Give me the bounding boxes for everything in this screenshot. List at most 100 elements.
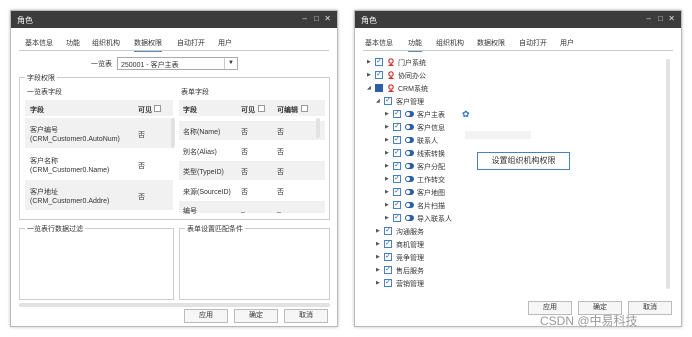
toggle-icon[interactable] [405, 111, 414, 117]
expand-arrow-icon[interactable]: ▶ [376, 280, 380, 286]
tab-auto-open[interactable]: 自动打开 [177, 38, 205, 48]
tree-checkbox[interactable]: ✓ [393, 110, 401, 118]
form-row-2-editable[interactable]: 否 [277, 147, 284, 157]
list-row-1-code: (CRM_Customer0.AutoNum) [30, 136, 120, 143]
toggle-icon[interactable] [405, 137, 414, 143]
form-row-5-visible[interactable]: _ [241, 206, 245, 213]
expand-arrow-icon[interactable]: ▶ [367, 72, 371, 78]
tab-users[interactable]: 用户 [218, 38, 232, 48]
ok-button[interactable]: 确定 [234, 309, 278, 323]
module-icon [387, 71, 395, 79]
form-editable-all-checkbox[interactable] [301, 105, 308, 112]
toggle-icon[interactable] [405, 150, 414, 156]
form-row-3-editable[interactable]: 否 [277, 167, 284, 177]
tree-checkbox[interactable]: ✓ [393, 162, 401, 170]
expand-arrow-icon[interactable]: ▶ [385, 163, 389, 169]
minimize-icon[interactable]: – [647, 14, 651, 23]
expand-arrow-icon[interactable]: ▶ [385, 176, 389, 182]
tree-checkbox[interactable]: ✓ [384, 227, 392, 235]
chevron-down-icon[interactable]: ▼ [224, 58, 237, 69]
expand-arrow-icon[interactable]: ▶ [376, 254, 380, 260]
gear-icon[interactable]: ✿ [462, 109, 470, 120]
tree-checkbox[interactable]: ✓ [375, 58, 383, 66]
toggle-icon[interactable] [405, 202, 414, 208]
form-col-field: 字段 [183, 107, 197, 114]
dialog-title: 角色 [361, 16, 377, 25]
form-row-5-editable[interactable]: _ [277, 206, 281, 213]
collapse-arrow-icon[interactable]: ◢ [367, 85, 371, 91]
tree-checkbox[interactable]: ✓ [393, 175, 401, 183]
close-icon[interactable]: ✕ [668, 14, 675, 23]
tab-bar: 基本信息 功能 组织机构 数据权限 自动打开 用户 [11, 38, 337, 52]
expand-arrow-icon[interactable]: ▶ [376, 228, 380, 234]
cancel-button[interactable]: 取消 [284, 309, 328, 323]
apply-button[interactable]: 应用 [184, 309, 228, 323]
horizontal-scrollbar[interactable] [19, 303, 330, 307]
tab-organization[interactable]: 组织机构 [92, 38, 120, 48]
expand-arrow-icon[interactable]: ▶ [385, 150, 389, 156]
form-row-3-visible[interactable]: 否 [241, 167, 248, 177]
toggle-icon[interactable] [405, 124, 414, 130]
tree-checkbox[interactable]: ✓ [384, 266, 392, 274]
expand-arrow-icon[interactable]: ▶ [385, 137, 389, 143]
expand-arrow-icon[interactable]: ▶ [376, 241, 380, 247]
list-row-3-visible[interactable]: 否 [138, 192, 145, 202]
tree-label: 线索转换 [417, 151, 445, 158]
form-row-1-visible[interactable]: 否 [241, 127, 248, 137]
form-visible-all-checkbox[interactable] [258, 105, 265, 112]
form-row-2-visible[interactable]: 否 [241, 147, 248, 157]
tree-checkbox[interactable]: ✓ [393, 136, 401, 144]
list-table-select[interactable]: 250001 - 客户主表 ▼ [117, 57, 238, 70]
list-row-1-visible[interactable]: 否 [138, 130, 145, 140]
tree-checkbox[interactable] [375, 84, 383, 92]
form-col-editable: 可编辑 [277, 107, 298, 114]
list-col-visible: 可见 [138, 107, 152, 114]
tab-users[interactable]: 用户 [560, 38, 574, 48]
tree-checkbox[interactable]: ✓ [384, 97, 392, 105]
tree-checkbox[interactable]: ✓ [384, 253, 392, 261]
match-condition-panel[interactable] [179, 228, 330, 300]
row-filter-panel[interactable] [19, 228, 174, 300]
expand-arrow-icon[interactable]: ▶ [385, 189, 389, 195]
tab-data-permission[interactable]: 数据权限 [477, 38, 505, 48]
tree-checkbox[interactable]: ✓ [375, 71, 383, 79]
tab-basic-info[interactable]: 基本信息 [25, 38, 53, 48]
form-scrollbar[interactable] [316, 118, 320, 138]
maximize-icon[interactable]: □ [658, 14, 663, 23]
expand-arrow-icon[interactable]: ▶ [385, 111, 389, 117]
form-row-4-visible[interactable]: 否 [241, 187, 248, 197]
tree-checkbox[interactable]: ✓ [384, 279, 392, 287]
form-row-1-editable[interactable]: 否 [277, 127, 284, 137]
toggle-icon[interactable] [405, 176, 414, 182]
tree-scrollbar[interactable] [666, 59, 670, 289]
minimize-icon[interactable]: – [303, 14, 307, 23]
list-visible-all-checkbox[interactable] [154, 105, 161, 112]
expand-arrow-icon[interactable]: ▶ [367, 59, 371, 65]
tree-checkbox[interactable]: ✓ [393, 123, 401, 131]
toggle-icon[interactable] [405, 215, 414, 221]
form-row-4-editable[interactable]: 否 [277, 187, 284, 197]
tree-checkbox[interactable]: ✓ [393, 149, 401, 157]
close-icon[interactable]: ✕ [324, 14, 331, 23]
list-row-2-visible[interactable]: 否 [138, 161, 145, 171]
toggle-icon[interactable] [405, 163, 414, 169]
expand-arrow-icon[interactable]: ▶ [385, 202, 389, 208]
expand-arrow-icon[interactable]: ▶ [385, 215, 389, 221]
tree-checkbox[interactable]: ✓ [384, 240, 392, 248]
maximize-icon[interactable]: □ [314, 14, 319, 23]
expand-arrow-icon[interactable]: ▶ [376, 267, 380, 273]
toggle-icon[interactable] [405, 189, 414, 195]
set-org-permission-tooltip[interactable]: 设置组织机构权限 [477, 152, 570, 170]
tab-function[interactable]: 功能 [66, 38, 80, 48]
list-row-1-name: 客户编号 [30, 127, 58, 134]
collapse-arrow-icon[interactable]: ◢ [376, 98, 380, 104]
expand-arrow-icon[interactable]: ▶ [385, 124, 389, 130]
tab-auto-open[interactable]: 自动打开 [519, 38, 547, 48]
tab-organization[interactable]: 组织机构 [436, 38, 464, 48]
tree-checkbox[interactable]: ✓ [393, 188, 401, 196]
tree-checkbox[interactable]: ✓ [393, 201, 401, 209]
tab-basic-info[interactable]: 基本信息 [365, 38, 393, 48]
tree-label: 售后服务 [396, 268, 424, 275]
list-scrollbar[interactable] [171, 118, 175, 148]
tree-checkbox[interactable]: ✓ [393, 214, 401, 222]
